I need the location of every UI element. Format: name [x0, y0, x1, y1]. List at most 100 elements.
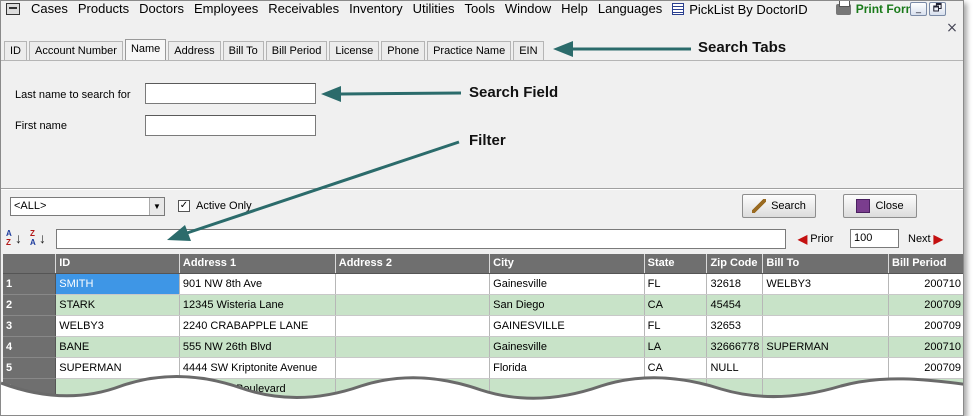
column-header-city[interactable]: City [489, 254, 645, 274]
tab-bill-period[interactable]: Bill Period [265, 41, 328, 60]
next-button[interactable]: Next ▶ [908, 232, 943, 246]
menu-tools[interactable]: Tools [460, 1, 500, 17]
cell-zip[interactable]: 45454 [706, 294, 764, 316]
arrow-to-tabs-head [553, 41, 573, 57]
row-number[interactable]: 1 [3, 273, 57, 295]
row-number[interactable]: 3 [3, 315, 57, 337]
cell-city[interactable]: San Diego [489, 294, 645, 316]
cell-bill-period[interactable]: 200709 [888, 315, 963, 337]
cell-id[interactable]: STARK [55, 294, 180, 316]
cell-id[interactable]: SMITH [55, 273, 180, 295]
restore-button[interactable]: 🗗 [929, 2, 946, 16]
grid-header-row: ID Address 1 Address 2 City State Zip Co… [3, 254, 963, 274]
cell-state[interactable]: LA [644, 336, 708, 358]
app-window: Cases Products Doctors Employees Receiva… [0, 0, 964, 416]
cell-zip[interactable]: 32653 [706, 315, 764, 337]
printer-icon [835, 1, 851, 15]
menu-employees[interactable]: Employees [189, 1, 263, 17]
column-header-zip[interactable]: Zip Code [706, 254, 764, 274]
tab-id[interactable]: ID [4, 41, 27, 60]
next-label: Next [908, 233, 931, 245]
cell-address1[interactable]: 2240 CRABAPPLE LANE [179, 315, 336, 337]
column-header-address1[interactable]: Address 1 [179, 254, 336, 274]
search-icon [752, 199, 767, 213]
table-row[interactable]: 3 WELBY3 2240 CRABAPPLE LANE GAINESVILLE… [3, 315, 963, 337]
tab-divider [1, 60, 963, 61]
cell-id[interactable]: BANE [55, 336, 180, 358]
prior-button[interactable]: ◀ Prior [798, 232, 833, 246]
cell-bill-period[interactable]: 200709 [888, 294, 963, 316]
picklist-label: PickList By DoctorID [689, 1, 808, 17]
table-row[interactable]: 1 SMITH 901 NW 8th Ave Gainesville FL 32… [3, 273, 963, 295]
tab-license[interactable]: License [329, 41, 380, 60]
table-row[interactable]: 4 BANE 555 NW 26th Blvd Gainesville LA 3… [3, 336, 963, 358]
sort-ascending-button[interactable]: A Z ↓ [6, 229, 24, 249]
minimize-button[interactable]: _ [910, 2, 927, 16]
cell-address1[interactable]: 555 NW 26th Blvd [179, 336, 336, 358]
callout-search-tabs: Search Tabs [698, 39, 787, 56]
cell-state[interactable]: FL [644, 315, 708, 337]
menu-products[interactable]: Products [73, 1, 134, 17]
search-button[interactable]: Search [742, 194, 816, 218]
table-row[interactable]: 2 STARK 12345 Wisteria Lane San Diego CA… [3, 294, 963, 316]
cell-address2[interactable] [335, 273, 491, 295]
cell-address2[interactable] [335, 336, 491, 358]
page-size-input[interactable]: 100 [850, 229, 899, 248]
tab-account-number[interactable]: Account Number [29, 41, 123, 60]
tab-name[interactable]: Name [124, 39, 167, 60]
menu-receivables[interactable]: Receivables [263, 1, 344, 17]
cell-address2[interactable] [335, 315, 491, 337]
menu-utilities[interactable]: Utilities [408, 1, 460, 17]
tab-address[interactable]: Address [168, 41, 221, 60]
menu-doctors[interactable]: Doctors [134, 1, 189, 17]
cell-city[interactable]: Gainesville [489, 336, 645, 358]
cell-address1[interactable]: 901 NW 8th Ave [179, 273, 336, 295]
cell-city[interactable]: GAINESVILLE [489, 315, 645, 337]
cell-bill-to[interactable]: SUPERMAN [762, 336, 890, 358]
first-name-input[interactable] [145, 115, 316, 136]
picklist-menu[interactable]: PickList By DoctorID [672, 1, 808, 17]
column-header-address2[interactable]: Address 2 [335, 254, 491, 274]
tab-bill-to[interactable]: Bill To [222, 41, 264, 60]
close-button[interactable]: Close [843, 194, 917, 218]
menu-help[interactable]: Help [556, 1, 593, 17]
tab-phone[interactable]: Phone [381, 41, 426, 60]
row-number[interactable]: 4 [3, 336, 57, 358]
column-header-id[interactable]: ID [55, 254, 180, 274]
category-select[interactable]: <ALL> ▼ [10, 197, 165, 216]
cell-bill-to[interactable] [762, 294, 890, 316]
menu-inventory[interactable]: Inventory [344, 1, 407, 17]
chevron-down-icon[interactable]: ▼ [149, 198, 164, 215]
last-name-input[interactable] [145, 83, 316, 104]
close-icon[interactable]: × [945, 21, 959, 35]
sort-down-arrow-icon: ↓ [15, 230, 22, 246]
cell-state[interactable]: FL [644, 273, 708, 295]
cell-bill-period[interactable]: 200710 [888, 273, 963, 295]
window-system-icon[interactable] [6, 3, 20, 15]
column-header-bill-period[interactable]: Bill Period [888, 254, 963, 274]
section-divider [1, 188, 963, 190]
cell-address2[interactable] [335, 294, 491, 316]
sort-descending-button[interactable]: Z A ↓ [30, 229, 48, 249]
cell-bill-to[interactable] [762, 315, 890, 337]
tab-ein[interactable]: EIN [513, 41, 544, 60]
menu-window[interactable]: Window [500, 1, 556, 17]
column-header-bill-to[interactable]: Bill To [762, 254, 890, 274]
active-only-checkbox[interactable]: ✓ [178, 200, 190, 212]
search-tabs: ID Account Number Name Address Bill To B… [4, 39, 546, 60]
menu-languages[interactable]: Languages [593, 1, 667, 17]
arrow-right-icon: ▶ [933, 232, 943, 246]
cell-bill-to[interactable]: WELBY3 [762, 273, 890, 295]
tab-practice-name[interactable]: Practice Name [427, 41, 512, 60]
cell-zip[interactable]: 32618 [706, 273, 764, 295]
column-header-state[interactable]: State [644, 254, 708, 274]
menu-cases[interactable]: Cases [26, 1, 73, 17]
cell-city[interactable]: Gainesville [489, 273, 645, 295]
row-number[interactable]: 2 [3, 294, 57, 316]
cell-id[interactable]: WELBY3 [55, 315, 180, 337]
cell-address1[interactable]: 12345 Wisteria Lane [179, 294, 336, 316]
quick-filter-input[interactable] [56, 229, 786, 249]
cell-state[interactable]: CA [644, 294, 708, 316]
cell-bill-period[interactable]: 200710 [888, 336, 963, 358]
cell-zip[interactable]: 32666778 [706, 336, 764, 358]
